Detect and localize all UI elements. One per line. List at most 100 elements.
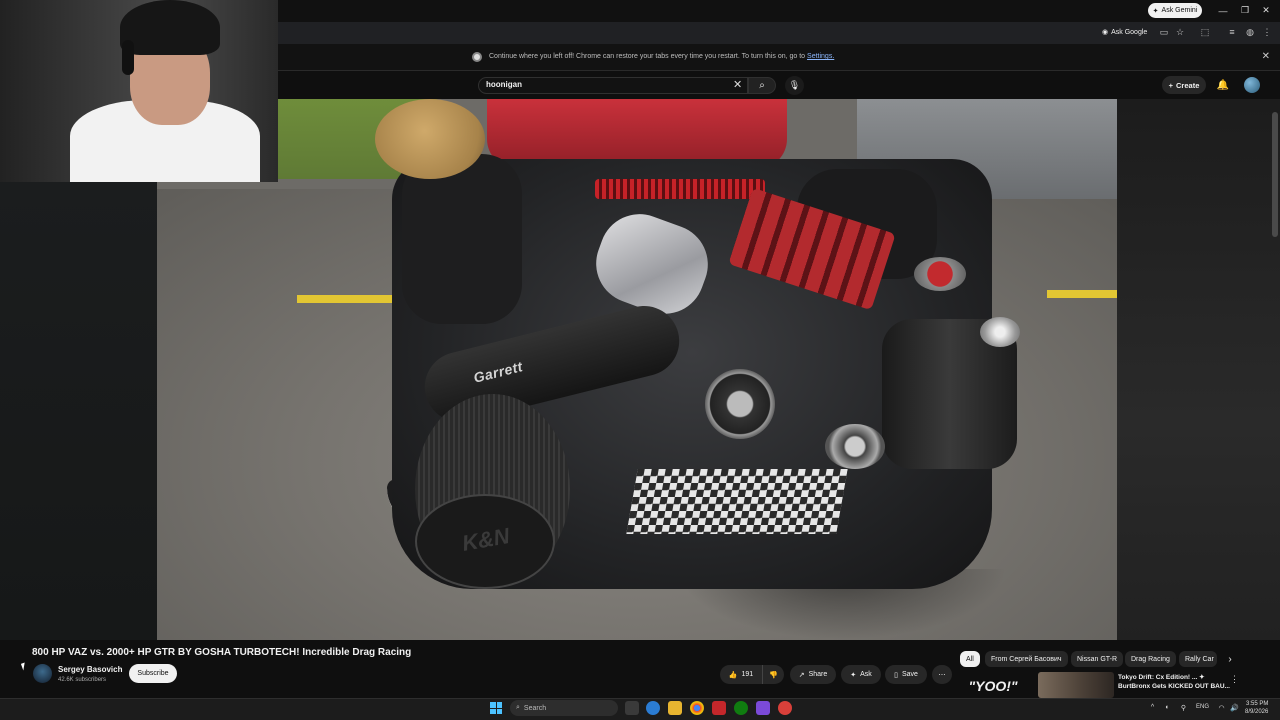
youtube-header	[278, 72, 1280, 99]
share-button[interactable]: ↗ Share	[790, 665, 836, 684]
ask-google-label: Ask Google	[1111, 28, 1148, 36]
minimize-icon[interactable]: —	[1214, 3, 1232, 18]
google-lens-icon: ◉	[1102, 29, 1109, 36]
chrome-logo-icon	[472, 52, 482, 62]
maximize-icon[interactable]: ❐	[1236, 3, 1254, 18]
video-yellow-line	[297, 295, 397, 303]
share-label: Share	[808, 671, 828, 678]
like-button[interactable]: 👍 191	[720, 665, 762, 684]
bookmark-icon: ▯	[894, 671, 898, 679]
chrome-icon[interactable]	[690, 701, 704, 715]
recommended-title[interactable]: Tokyo Drift: Cx Edition! ... ✦ BurtBronx…	[1118, 673, 1230, 691]
video-player[interactable]: Garrett K&N	[157, 99, 1117, 640]
more-vertical-icon[interactable]: ⋮	[1230, 674, 1239, 685]
chip-all[interactable]: All	[960, 651, 980, 667]
chrome-menu-icon[interactable]: ⋮	[1260, 25, 1274, 39]
infobar-message: Continue where you left off! Chrome can …	[489, 53, 834, 60]
left-background-area	[0, 182, 157, 640]
acrobat-icon[interactable]	[712, 701, 726, 715]
video-plush-toy	[375, 99, 485, 179]
restore-tabs-infobar: Continue where you left off! Chrome can …	[278, 44, 1280, 71]
search-query[interactable]: hoonigan	[486, 80, 522, 89]
channel-name[interactable]: Sergey Basovich	[58, 665, 122, 674]
headset-icon	[122, 40, 134, 75]
windows-taskbar	[0, 698, 1280, 720]
ask-google-button[interactable]: ◉ Ask Google	[1102, 25, 1152, 39]
tray-app-icon[interactable]: ◐	[1163, 703, 1172, 712]
webcam-overlay	[0, 0, 278, 182]
chip-from-channel[interactable]: From Сергей Басович	[985, 651, 1068, 667]
profile-icon[interactable]: ◍	[1243, 25, 1257, 39]
camera-app-icon[interactable]	[756, 701, 770, 715]
create-button[interactable]: + Create	[1162, 76, 1206, 94]
voice-search-button[interactable]: 🎙	[785, 76, 804, 95]
extensions-icon[interactable]: ⬚	[1198, 25, 1212, 39]
sparkle-icon: ✦	[850, 671, 857, 679]
video-fuel-cap	[914, 257, 966, 291]
save-button[interactable]: ▯ Save	[885, 665, 927, 684]
share-arrow-icon: ↗	[798, 671, 805, 679]
create-label: Create	[1176, 80, 1200, 90]
thumbs-down-icon: 👎	[769, 671, 778, 679]
taskbar-search-input[interactable]: ⌕ Search	[510, 700, 618, 716]
search-icon: ⌕	[516, 704, 520, 711]
system-clock[interactable]: 3:55 PM 8/9/2026	[1245, 700, 1268, 716]
file-explorer-icon[interactable]	[668, 701, 682, 715]
video-yellow-line	[1047, 290, 1117, 298]
video-title: 800 HP VAZ vs. 2000+ HP GTR BY GOSHA TUR…	[32, 647, 412, 658]
wifi-icon[interactable]: ◠	[1217, 703, 1226, 712]
reading-list-icon[interactable]: ≡	[1225, 25, 1239, 39]
notifications-bell-icon[interactable]: 🔔	[1215, 77, 1231, 93]
video-pulley	[825, 424, 885, 469]
tray-chevron-icon[interactable]: ^	[1148, 703, 1157, 712]
video-turbine-wheel	[980, 317, 1020, 347]
bookmark-star-icon[interactable]: ☆	[1173, 25, 1187, 39]
close-window-icon[interactable]: ✕	[1257, 3, 1275, 18]
channel-avatar[interactable]	[33, 664, 52, 683]
right-background-area	[1117, 99, 1280, 640]
close-infobar-icon[interactable]: ✕	[1262, 51, 1270, 62]
volume-icon[interactable]: 🔊	[1230, 703, 1239, 712]
browser-tabstrip	[278, 0, 1280, 22]
like-count: 191	[741, 671, 754, 678]
task-view-icon[interactable]	[625, 701, 639, 715]
language-indicator[interactable]: ENG	[1196, 704, 1209, 710]
ask-gemini-label: Ask Gemini	[1161, 7, 1198, 14]
infobar-text: Continue where you left off! Chrome can …	[489, 53, 806, 60]
windows-start-icon[interactable]	[490, 702, 502, 714]
search-icon: ⌕	[759, 80, 765, 91]
more-actions-button[interactable]: ⋯	[932, 665, 952, 684]
ask-button[interactable]: ✦ Ask	[841, 665, 881, 684]
recommended-thumbnail-text[interactable]: "YOO!"	[952, 673, 1034, 698]
tray-network-icon[interactable]: ⚲	[1179, 703, 1188, 712]
video-red-springs	[595, 179, 765, 199]
edge-icon[interactable]	[646, 701, 660, 715]
chip-nissan-gtr[interactable]: Nissan GT-R	[1071, 651, 1124, 667]
video-timing-gear	[705, 369, 775, 439]
ask-gemini-button[interactable]: ✦ Ask Gemini	[1148, 3, 1202, 18]
streamer-beanie	[120, 0, 220, 55]
record-icon[interactable]	[778, 701, 792, 715]
chip-rally-car[interactable]: Rally Car	[1179, 651, 1217, 667]
settings-link[interactable]: Settings.	[807, 53, 834, 60]
account-avatar[interactable]	[1244, 77, 1260, 93]
ask-label: Ask	[860, 671, 872, 678]
subscribe-button[interactable]: Subscribe	[129, 664, 177, 683]
video-tire	[402, 154, 522, 324]
cast-icon[interactable]: ▭	[1157, 25, 1171, 39]
dislike-button[interactable]: 👎	[762, 665, 784, 684]
search-button[interactable]: ⌕	[748, 77, 776, 94]
clear-search-icon[interactable]: ✕	[733, 78, 742, 91]
chip-drag-racing[interactable]: Drag Racing	[1125, 651, 1176, 667]
chevron-right-icon[interactable]: ›	[1223, 651, 1237, 667]
sparkle-icon: ✦	[1152, 7, 1159, 15]
microphone-icon: 🎙	[788, 80, 801, 90]
page-scrollbar[interactable]	[1272, 112, 1278, 237]
xbox-icon[interactable]	[734, 701, 748, 715]
clock-date: 8/9/2026	[1245, 709, 1269, 715]
recommended-thumbnail[interactable]	[1038, 672, 1114, 698]
more-horizontal-icon: ⋯	[938, 671, 946, 679]
video-checkered-floor	[626, 469, 848, 534]
clock-time: 3:55 PM	[1246, 701, 1269, 707]
taskbar-search-placeholder: Search	[523, 704, 547, 712]
